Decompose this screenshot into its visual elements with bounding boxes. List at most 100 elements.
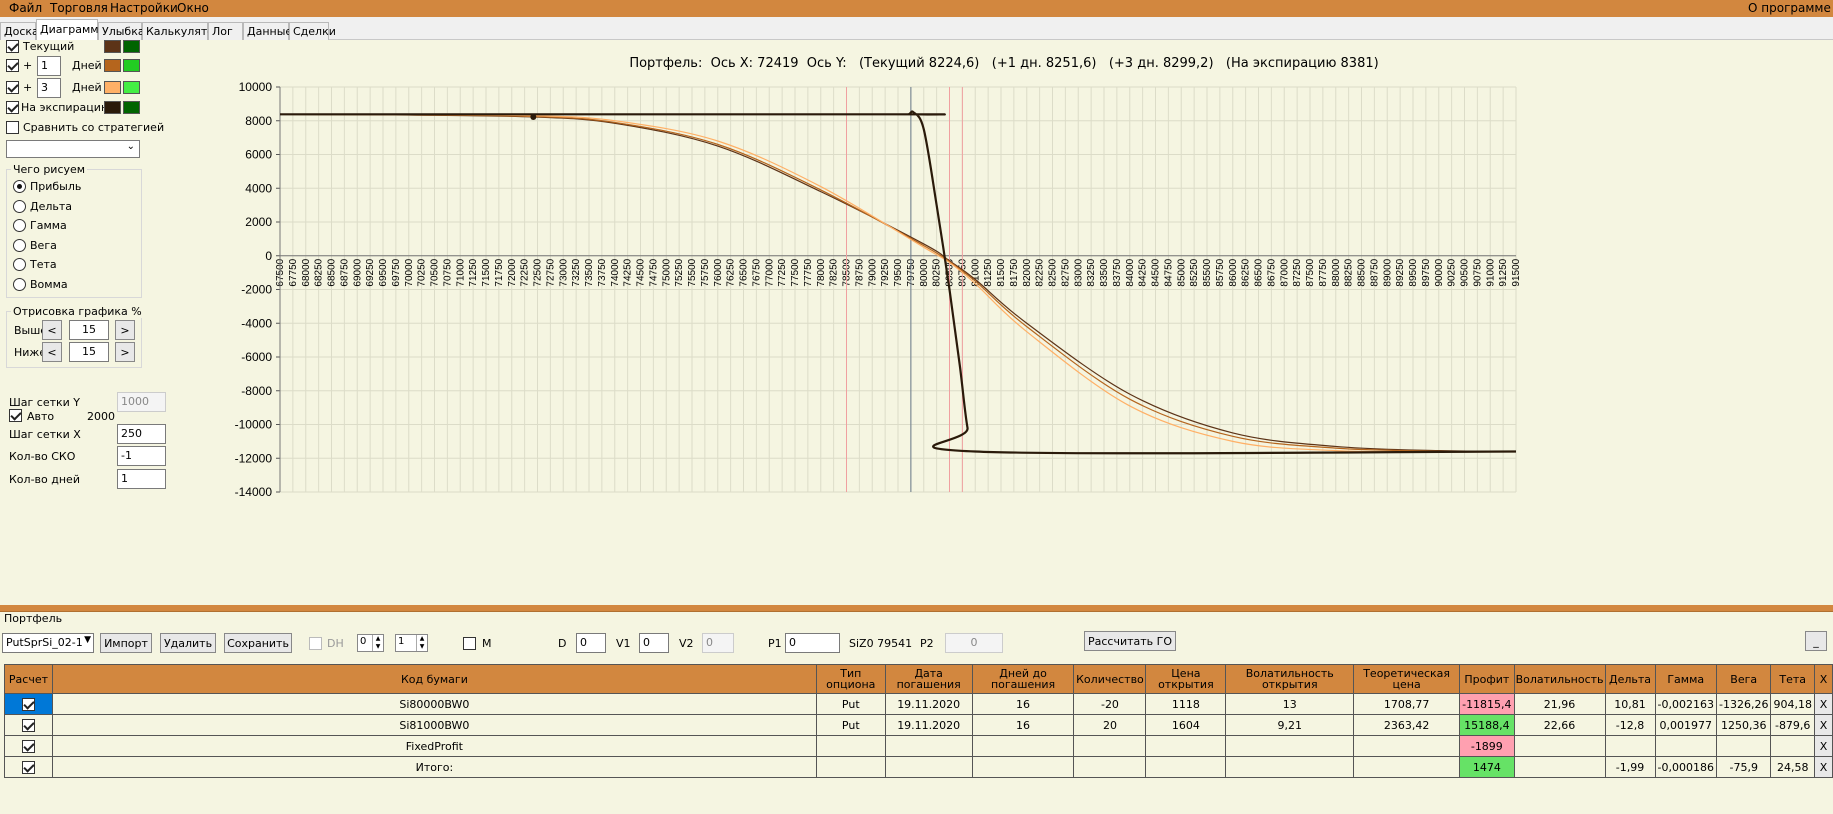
tab-log[interactable]: Лог	[208, 22, 243, 40]
plus1-days-input[interactable]: 1	[37, 56, 61, 76]
column-header[interactable]: Дней до погашения	[971, 664, 1075, 694]
plus3-color-swatch-1[interactable]	[104, 81, 121, 94]
tab-calculator[interactable]: Калькулятор	[142, 22, 221, 40]
plus1-color-swatch-1[interactable]	[104, 59, 121, 72]
p1-input[interactable]: 0	[785, 633, 840, 653]
column-header[interactable]: Тета	[1770, 664, 1815, 694]
delete-button[interactable]: Удалить	[160, 633, 216, 653]
menu-window[interactable]: Окно	[177, 1, 209, 15]
table-row[interactable]: Итого: 1474 -1,99 -0,000186 -75,9 24,58 X	[4, 756, 1833, 778]
menu-about[interactable]: О программе	[1748, 1, 1831, 15]
remove-row-cell[interactable]: X	[1813, 693, 1833, 715]
current-checkbox[interactable]	[6, 40, 19, 53]
calc-cell[interactable]	[4, 714, 53, 736]
column-header[interactable]: Дельта	[1604, 664, 1656, 694]
below-increase-button[interactable]: >	[115, 342, 135, 362]
expiry-checkbox[interactable]	[6, 101, 19, 114]
grid-x-input[interactable]: 250	[117, 424, 166, 444]
y-tick-label: -10000	[235, 418, 273, 432]
table-row[interactable]: Si81000BW0 Put 19.11.2020 16 20 1604 9,21 2363,…	[4, 714, 1833, 736]
m-checkbox[interactable]	[463, 637, 476, 650]
column-header[interactable]: X	[1813, 664, 1833, 694]
column-header[interactable]: Цена открытия	[1145, 664, 1227, 694]
row-calc-checkbox[interactable]	[21, 760, 35, 774]
tab-board[interactable]: Доска	[0, 22, 39, 40]
column-header[interactable]: Дата погашения	[884, 664, 973, 694]
plus3-days-input[interactable]: 3	[37, 78, 61, 98]
calc-go-button[interactable]: Рассчитать ГО	[1084, 631, 1176, 651]
spin2-input[interactable]: 1 ▲ ▼	[395, 634, 428, 652]
plus3-checkbox[interactable]	[6, 81, 19, 94]
radio-vega[interactable]	[13, 239, 26, 252]
calc-cell[interactable]	[4, 693, 53, 715]
column-header[interactable]: Теоретическая цена	[1353, 664, 1461, 694]
row-calc-checkbox[interactable]	[21, 739, 35, 753]
below-decrease-button[interactable]: <	[42, 342, 62, 362]
import-button[interactable]: Импорт	[100, 633, 152, 653]
strategy-select[interactable]: ⌄	[6, 140, 140, 158]
portfolio-select[interactable]: PutSprSi_02-1 ▼	[2, 633, 94, 653]
table-row[interactable]: Si80000BW0 Put 19.11.2020 16 -20 1118 13 1708,7…	[4, 693, 1833, 715]
remove-row-cell[interactable]: X	[1813, 714, 1833, 736]
radio-gamma[interactable]	[13, 219, 26, 232]
column-header[interactable]: Волатильность открытия	[1225, 664, 1355, 694]
x-tick-label: 86250	[1241, 258, 1252, 286]
spin-down-icon[interactable]: ▼	[416, 643, 427, 651]
table-row[interactable]: FixedProfit -1899 X	[4, 735, 1833, 757]
remove-row-cell[interactable]: X	[1813, 735, 1833, 757]
dh-checkbox[interactable]	[309, 637, 322, 650]
plus1-checkbox[interactable]	[6, 59, 19, 72]
auto-checkbox[interactable]	[9, 409, 22, 422]
tab-smile[interactable]: Улыбка	[98, 22, 145, 40]
v2-input[interactable]: 0	[702, 633, 734, 653]
tab-diagram[interactable]: Диаграмма	[36, 19, 105, 40]
v1-input[interactable]: 0	[639, 633, 669, 653]
below-value-input[interactable]: 15	[69, 342, 109, 362]
radio-theta[interactable]	[13, 258, 26, 271]
radio-vomma[interactable]	[13, 278, 26, 291]
d-input[interactable]: 0	[576, 633, 606, 653]
menu-settings[interactable]: Настройки	[110, 1, 178, 15]
row-calc-checkbox[interactable]	[21, 697, 35, 711]
column-header[interactable]: Профит	[1459, 664, 1515, 694]
plus3-color-swatch-2[interactable]	[123, 81, 140, 94]
panel-splitter[interactable]	[0, 603, 1833, 612]
spin-down-icon[interactable]: ▼	[372, 643, 383, 651]
sko-input[interactable]: -1	[117, 446, 166, 466]
column-header[interactable]: Вега	[1715, 664, 1772, 694]
remove-row-cell[interactable]: X	[1813, 756, 1833, 778]
column-header[interactable]: Тип опциона	[815, 664, 886, 694]
expiry-color-swatch-2[interactable]	[123, 101, 140, 114]
menu-trading[interactable]: Торговля	[50, 1, 108, 15]
spin-up-icon[interactable]: ▲	[372, 635, 383, 643]
minimize-panel-button[interactable]: _	[1805, 631, 1827, 651]
plus1-color-swatch-2[interactable]	[123, 59, 140, 72]
compare-checkbox[interactable]	[6, 121, 19, 134]
column-header[interactable]: Код бумаги	[51, 664, 817, 694]
radio-profit[interactable]	[13, 180, 26, 193]
column-header[interactable]: Количество	[1073, 664, 1147, 694]
radio-delta[interactable]	[13, 200, 26, 213]
p2-input[interactable]: 0	[945, 633, 1003, 653]
spin1-input[interactable]: 0 ▲ ▼	[357, 634, 384, 652]
days-count-input[interactable]: 1	[117, 469, 166, 489]
above-value-input[interactable]: 15	[69, 320, 109, 340]
column-header[interactable]: Волатильность	[1513, 664, 1606, 694]
grid-y-input[interactable]: 1000	[117, 392, 166, 412]
spin-up-icon[interactable]: ▲	[416, 635, 427, 643]
current-color-swatch-2[interactable]	[123, 40, 140, 53]
column-header[interactable]: Гамма	[1654, 664, 1717, 694]
calc-cell[interactable]	[4, 735, 53, 757]
payoff-chart[interactable]: 6750067750680006825068500687506900069250…	[175, 40, 1833, 603]
tab-deals[interactable]: Сделки	[289, 22, 336, 40]
save-button[interactable]: Сохранить	[224, 633, 292, 653]
above-increase-button[interactable]: >	[115, 320, 135, 340]
above-decrease-button[interactable]: <	[42, 320, 62, 340]
tab-data[interactable]: Данные	[243, 22, 292, 40]
column-header[interactable]: Расчет	[4, 664, 53, 694]
row-calc-checkbox[interactable]	[21, 718, 35, 732]
current-color-swatch-1[interactable]	[104, 40, 121, 53]
expiry-color-swatch-1[interactable]	[104, 101, 121, 114]
menu-file[interactable]: Файл	[9, 1, 42, 15]
calc-cell[interactable]	[4, 756, 53, 778]
